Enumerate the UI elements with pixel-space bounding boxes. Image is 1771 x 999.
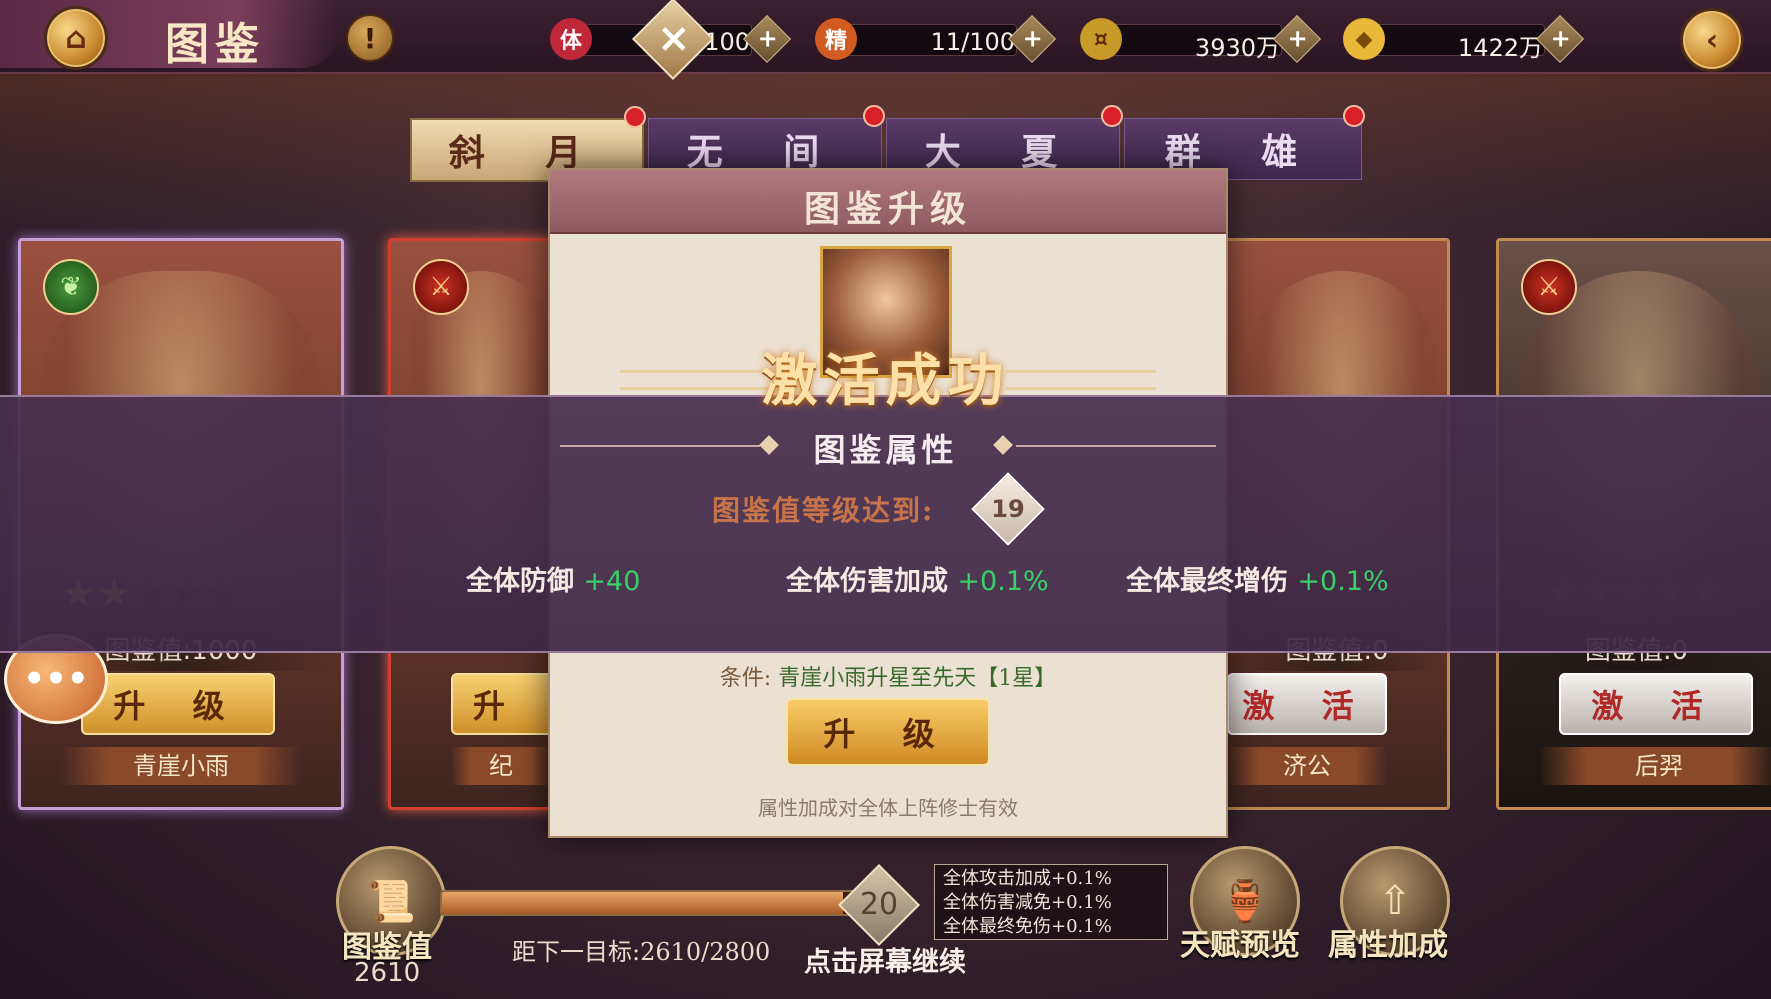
attribute-bonus: +0.1% <box>1297 566 1389 597</box>
upgrade-button[interactable]: 升 级 <box>81 673 275 735</box>
attribute-damage: 全体伤害加成 +0.1% <box>786 559 1049 598</box>
attribute-bonus-button[interactable]: 属性加成 <box>1328 920 1448 964</box>
resource-coins: ¤ 3930万 + <box>1080 14 1322 64</box>
collection-progress-bar <box>440 890 874 916</box>
upgrade-button[interactable]: 升 <box>451 673 551 735</box>
chat-icon: ••• <box>23 659 89 699</box>
coin-icon: ¤ <box>1080 18 1122 60</box>
plus-icon: + <box>1287 24 1308 53</box>
activate-button[interactable]: 激 活 <box>1559 673 1753 735</box>
reward-line: 全体最终免伤+0.1% <box>943 916 1112 937</box>
level-reached-label: 图鉴值等级达到: <box>712 494 935 527</box>
attribute-defense: 全体防御 +40 <box>466 559 640 598</box>
plus-icon: + <box>757 24 778 53</box>
add-stamina-button[interactable]: + <box>742 14 792 64</box>
reward-line: 全体攻击加成+0.1% <box>943 868 1112 889</box>
home-button[interactable]: ⌂ <box>44 6 108 70</box>
attribute-label: 全体防御 <box>466 566 574 597</box>
resource-spirit: 精 11/100 + <box>815 14 1057 64</box>
level-badge: 19 <box>971 472 1045 546</box>
gold-ingot-icon: ◆ <box>1343 18 1385 60</box>
attribute-label: 全体伤害加成 <box>786 566 948 597</box>
close-icon: × <box>656 15 691 62</box>
dialog-upgrade-button[interactable]: 升 级 <box>786 698 990 766</box>
spirit-value: 11/100 <box>930 28 1015 56</box>
bonus-note: 属性加成对全体上阵修士有效 <box>758 796 1018 820</box>
faction-leaf-icon: ❦ <box>43 259 99 315</box>
attribute-bonus: +0.1% <box>957 566 1049 597</box>
coin-value: 3930万 <box>1194 34 1280 62</box>
spirit-icon: 精 <box>815 18 857 60</box>
level-number: 19 <box>991 495 1025 523</box>
attribute-title: 图鉴属性 <box>813 431 958 469</box>
resource-gold: ◆ 1422万 + <box>1343 14 1585 64</box>
hero-name: 后羿 <box>1539 747 1771 785</box>
exclamation-icon: ! <box>363 21 377 55</box>
collection-score: 2610 <box>354 958 421 988</box>
tap-to-continue[interactable]: 点击屏幕继续 <box>804 940 966 979</box>
hero-name: 纪 <box>451 747 551 785</box>
gold-value: 1422万 <box>1457 34 1543 62</box>
plus-icon: + <box>1022 24 1043 53</box>
next-target-text: 距下一目标:2610/2800 <box>512 938 771 966</box>
notification-dot <box>1343 105 1365 127</box>
activate-button[interactable]: 激 活 <box>1227 673 1387 735</box>
attribute-final-damage: 全体最终增伤 +0.1% <box>1126 559 1389 598</box>
add-gold-button[interactable]: + <box>1535 14 1585 64</box>
condition-text: 青崖小雨升星至先天【1星】 <box>778 666 1057 691</box>
top-bar: ⌂ 图鉴 ! 体 275/100 + 精 11/100 + ¤ 3930万 + … <box>0 0 1771 74</box>
activation-banner: 激活成功 <box>761 348 1010 414</box>
stamina-icon: 体 <box>550 18 592 60</box>
back-button[interactable]: ‹ <box>1680 8 1744 72</box>
notification-dot <box>624 106 646 128</box>
attribute-bonus: +40 <box>583 566 641 597</box>
hero-name: 济公 <box>1227 747 1387 785</box>
divider <box>1016 445 1216 447</box>
notification-dot <box>1101 105 1123 127</box>
talent-preview-button[interactable]: 天赋预览 <box>1180 920 1300 964</box>
attribute-panel: 图鉴属性 图鉴值等级达到: 19 全体防御 +40 全体伤害加成 +0.1% 全… <box>0 395 1771 653</box>
dialog-header: 图鉴升级 <box>550 170 1226 234</box>
dialog-title: 图鉴升级 <box>803 188 972 230</box>
info-button[interactable]: ! <box>346 14 394 62</box>
faction-sword-icon: ⚔ <box>413 259 469 315</box>
upgrade-condition: 条件: 青崖小雨升星至先天【1星】 <box>550 660 1226 692</box>
home-icon: ⌂ <box>65 20 87 56</box>
hero-name: 青崖小雨 <box>61 747 301 785</box>
plus-icon: + <box>1550 24 1571 53</box>
condition-label: 条件: <box>719 666 772 691</box>
faction-sword-icon: ⚔ <box>1521 259 1577 315</box>
add-spirit-button[interactable]: + <box>1007 14 1057 64</box>
add-coins-button[interactable]: + <box>1272 14 1322 64</box>
next-rewards-box: 全体攻击加成+0.1% 全体伤害减免+0.1% 全体最终免伤+0.1% <box>934 864 1168 940</box>
page-title: 图鉴 <box>165 19 265 70</box>
notification-dot <box>863 105 885 127</box>
progress-fill <box>442 892 843 914</box>
back-arrow-icon: ‹ <box>1705 22 1719 58</box>
reward-line: 全体伤害减免+0.1% <box>943 892 1112 913</box>
attribute-label: 全体最终增伤 <box>1126 566 1288 597</box>
next-level-number: 20 <box>859 887 899 922</box>
